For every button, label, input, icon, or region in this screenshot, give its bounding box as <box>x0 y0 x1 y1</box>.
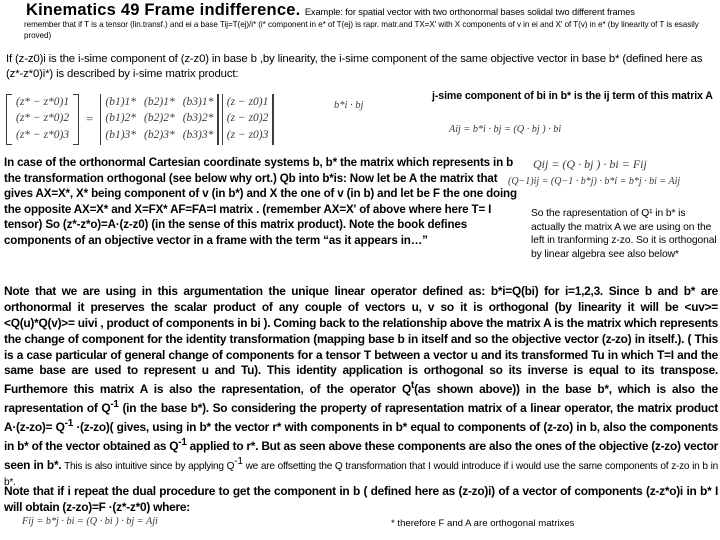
bar-right <box>272 94 274 145</box>
matrix-equation-image: (z* − z*0)1 (z* − z*0)2 (z* − z*0)3 = (b… <box>6 94 274 145</box>
transformation-matrix: (b1)1* (b2)1* (b3)1* (b1)2* (b2)2* (b3)2… <box>100 94 219 145</box>
matrix-cell: (b3)3* <box>182 129 214 142</box>
slide-canvas: Kinematics 49 Frame indifference. Exampl… <box>0 0 720 540</box>
matrix-cell: (b3)1* <box>182 95 214 108</box>
matrix-cell: (z* − z*0)2 <box>16 112 70 125</box>
matrix-cell: (b2)1* <box>144 95 175 108</box>
matrix-cell: (b1)1* <box>105 95 137 108</box>
dot-product-annotation: b*i · bj <box>334 100 364 111</box>
slide-title-row: Kinematics 49 Frame indifference. Exampl… <box>0 1 720 20</box>
main-frag-1: Note that we are using in this argumenta… <box>4 284 718 397</box>
orthonormal-cartesian-paragraph: In case of the orthonormal Cartesian coo… <box>4 156 517 247</box>
inverse-superscript: -1 <box>234 455 243 467</box>
inverse-superscript: -1 <box>64 418 74 430</box>
matrix-cell: (b3)2* <box>182 112 214 125</box>
matrix-cell: (b2)3* <box>144 129 175 142</box>
orthogonal-matrixes-footnote: * therefore F and A are orthogonal matri… <box>391 518 575 529</box>
dual-procedure-paragraph: Note that if i repeat the dual procedure… <box>4 484 718 514</box>
formula-f-ij: Fij = b*j · bi = (Q · bi ) · bj = Aji <box>22 516 158 527</box>
determinant-bar-right <box>217 94 219 145</box>
equals-sign: = <box>86 111 94 126</box>
remember-note: remember that if T is a tensor (lin.tran… <box>24 20 699 41</box>
matrix-cell: (z − z0)1 <box>226 95 269 108</box>
page-title: Kinematics 49 Frame indifference. <box>26 1 301 19</box>
main-argument-paragraph: Note that we are using in this argumenta… <box>4 284 718 490</box>
lhs-column-vector: (z* − z*0)1 (z* − z*0)2 (z* − z*0)3 <box>6 94 80 145</box>
matrix-cell: (z − z0)3 <box>226 129 269 142</box>
inverse-superscript: -1 <box>178 436 187 448</box>
representation-note: So the rapresentation of Q¹ in b* is act… <box>531 208 717 260</box>
formula-q-ij: Qij = (Q · bj ) · bi = Fij <box>533 157 647 171</box>
intro-paragraph: If (z-z0)i is the i-sime component of (z… <box>6 53 703 80</box>
formula-q-inverse-ij: (Q−1)ij = (Q−1 · b*j) · b*i = b*j · bi =… <box>508 176 681 187</box>
formula-a-ij: Aij = b*i · bj = (Q · bj ) · bi <box>449 124 562 135</box>
matrix-cell: (b1)3* <box>105 129 137 142</box>
inverse-superscript: -1 <box>110 399 119 411</box>
matrix-cell: (b2)2* <box>144 112 175 125</box>
main-frag-thin-1: This is also intuitive since by applying… <box>61 460 235 472</box>
matrix-cell: (z* − z*0)1 <box>16 95 70 108</box>
rhs-column-vector: (z − z0)1 (z − z0)2 (z − z0)3 <box>221 94 274 145</box>
matrix-cell: (z − z0)2 <box>226 112 269 125</box>
ij-term-note: j-sime component of bi in b* is the ij t… <box>432 90 713 102</box>
matrix-cell: (z* − z*0)3 <box>16 129 70 142</box>
title-subtitle: Example: for spatial vector with two ort… <box>304 7 635 17</box>
matrix-cell: (b1)2* <box>105 112 137 125</box>
bracket-right <box>73 94 80 145</box>
